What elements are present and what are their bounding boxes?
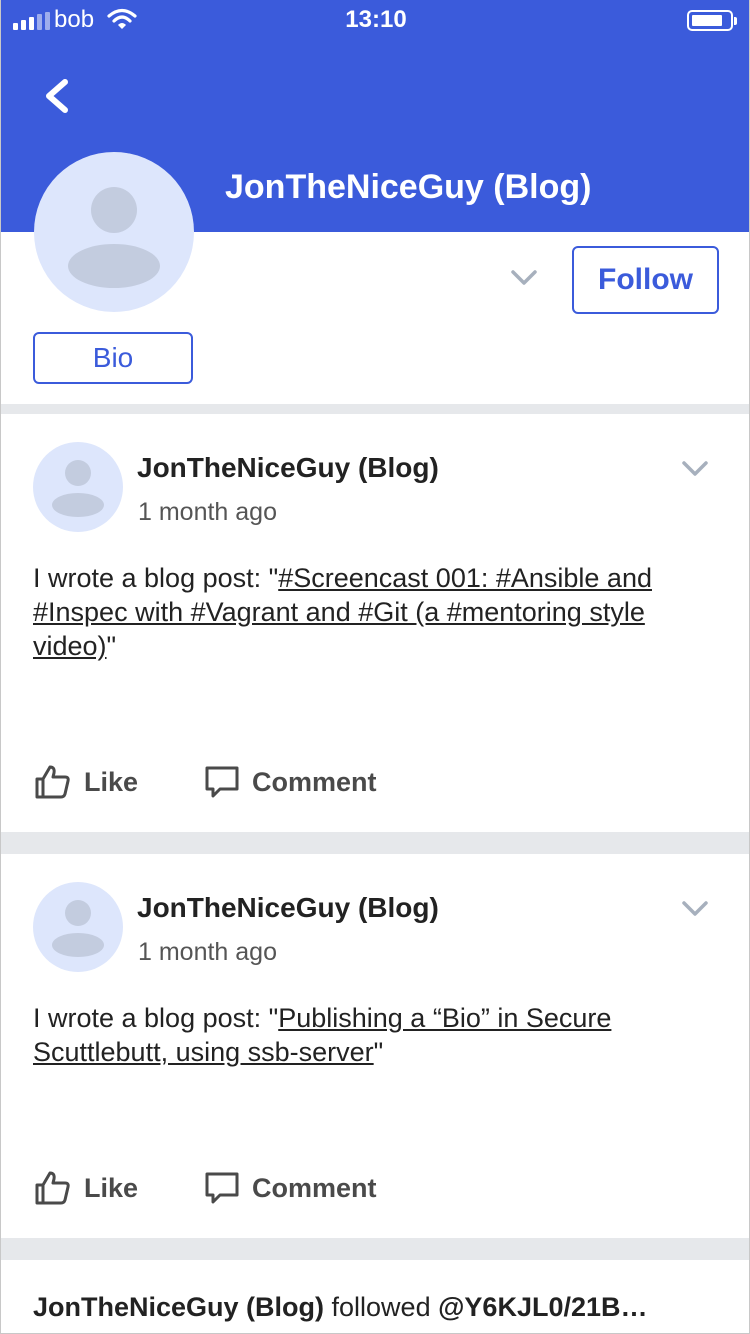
activity-verb: followed bbox=[324, 1292, 439, 1322]
comment-icon bbox=[205, 1172, 239, 1204]
post-body-suffix: " bbox=[106, 631, 117, 661]
post-divider bbox=[1, 832, 749, 854]
like-label: Like bbox=[84, 766, 139, 797]
like-label: Like bbox=[84, 1172, 139, 1203]
follow-button[interactable]: Follow bbox=[572, 246, 719, 314]
post-body-prefix: I wrote a blog post: " bbox=[33, 1003, 279, 1033]
comment-button[interactable]: Comment bbox=[204, 764, 377, 800]
follow-activity: JonTheNiceGuy (Blog) followed @Y6KJL0/21… bbox=[33, 1292, 648, 1323]
post-timestamp: 1 month ago bbox=[138, 938, 277, 966]
post-body: I wrote a blog post: "Publishing a “Bio”… bbox=[33, 1001, 723, 1069]
activity-target[interactable]: @Y6KJL0/21B… bbox=[438, 1292, 647, 1322]
post-timestamp: 1 month ago bbox=[138, 498, 277, 526]
status-bar: bob 13:10 bbox=[1, 0, 749, 40]
chevron-down-icon bbox=[511, 270, 537, 285]
avatar-placeholder-icon bbox=[68, 187, 160, 288]
post-body-prefix: I wrote a blog post: " bbox=[33, 563, 279, 593]
post-menu-button[interactable] bbox=[679, 896, 711, 920]
post-body-suffix: " bbox=[373, 1037, 384, 1067]
post-divider bbox=[1, 1238, 749, 1260]
profile-avatar[interactable] bbox=[34, 152, 194, 312]
comment-button[interactable]: Comment bbox=[204, 1170, 377, 1206]
avatar-placeholder-icon bbox=[52, 900, 104, 957]
like-button[interactable]: Like bbox=[34, 764, 138, 800]
post-author-name[interactable]: JonTheNiceGuy (Blog) bbox=[137, 892, 439, 924]
back-button[interactable] bbox=[37, 72, 77, 120]
profile-name: JonTheNiceGuy (Blog) bbox=[225, 168, 592, 206]
post-author-name[interactable]: JonTheNiceGuy (Blog) bbox=[137, 452, 439, 484]
comment-label: Comment bbox=[252, 766, 377, 797]
post-menu-button[interactable] bbox=[679, 456, 711, 480]
comment-label: Comment bbox=[252, 1172, 377, 1203]
post-author-avatar[interactable] bbox=[33, 442, 123, 532]
chevron-left-icon bbox=[46, 79, 68, 113]
avatar-placeholder-icon bbox=[52, 460, 104, 517]
bio-button[interactable]: Bio bbox=[33, 332, 193, 384]
post-author-avatar[interactable] bbox=[33, 882, 123, 972]
feed-post: JonTheNiceGuy (Blog) 1 month ago I wrote… bbox=[1, 414, 749, 832]
profile-screen: bob 13:10 JonTheNiceGuy (Blog) Follow Bi… bbox=[0, 0, 750, 1334]
thumbs-up-icon bbox=[35, 765, 70, 799]
chevron-down-icon bbox=[682, 461, 708, 476]
battery-icon bbox=[687, 10, 737, 31]
section-divider bbox=[1, 404, 749, 414]
feed-post: JonTheNiceGuy (Blog) 1 month ago I wrote… bbox=[1, 854, 749, 1238]
chevron-down-icon bbox=[682, 901, 708, 916]
profile-menu-button[interactable] bbox=[507, 262, 541, 292]
activity-actor[interactable]: JonTheNiceGuy (Blog) bbox=[33, 1292, 324, 1322]
status-time: 13:10 bbox=[345, 6, 407, 33]
comment-icon bbox=[205, 766, 239, 798]
like-button[interactable]: Like bbox=[34, 1170, 138, 1206]
post-body: I wrote a blog post: "#Screencast 001: #… bbox=[33, 561, 723, 663]
thumbs-up-icon bbox=[35, 1171, 70, 1205]
